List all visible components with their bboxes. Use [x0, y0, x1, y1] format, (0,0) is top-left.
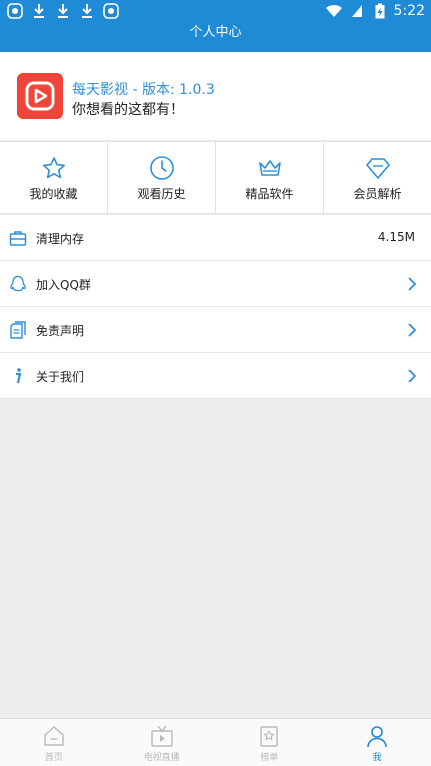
- status-time: 5:22: [393, 3, 425, 19]
- shortcut-vip[interactable]: 会员解析: [324, 142, 431, 213]
- chevron-right-icon: [408, 369, 417, 383]
- home-icon: [44, 726, 64, 746]
- download-icon: [54, 2, 72, 20]
- qq-icon: [10, 275, 26, 292]
- settings-row-about[interactable]: 关于我们: [0, 353, 431, 399]
- settings-row-label: 清理内存: [36, 232, 85, 246]
- shortcut-label: 精品软件: [245, 187, 294, 201]
- play-logo-icon: [17, 73, 63, 119]
- status-bar-notifications: [6, 2, 120, 20]
- page-title: 个人中心: [189, 25, 242, 40]
- battery-charging-icon: [371, 2, 389, 20]
- crown-icon: [258, 160, 281, 176]
- tab-label: 首页: [44, 753, 63, 763]
- settings-row-clear-cache[interactable]: 清理内存 4.15M: [0, 215, 431, 261]
- settings-row-label: 关于我们: [36, 370, 85, 384]
- tab-label: 我: [372, 753, 382, 763]
- tab-label: 电视直播: [143, 753, 180, 763]
- tab-tv-live[interactable]: 电视直播: [108, 719, 216, 766]
- app-icon: [6, 2, 24, 20]
- ranking-icon: [260, 726, 279, 747]
- toolbox-icon: [9, 231, 27, 246]
- cache-size-value: 4.15M: [377, 230, 415, 244]
- download-icon: [30, 2, 48, 20]
- chevron-right-icon: [408, 277, 417, 291]
- app-info-card: 每天影视 - 版本: 1.0.3 你想看的这都有！: [0, 52, 431, 140]
- shortcut-grid: 我的收藏 观看历史 精品软件 会员解析: [0, 141, 431, 214]
- chevron-right-icon: [408, 323, 417, 337]
- shortcut-label: 观看历史: [137, 187, 186, 201]
- tab-me[interactable]: 我: [323, 719, 431, 766]
- info-icon: [16, 368, 22, 384]
- settings-row-label: 加入QQ群: [36, 278, 91, 292]
- shortcut-history[interactable]: 观看历史: [108, 142, 216, 213]
- tab-home[interactable]: 首页: [0, 719, 108, 766]
- shortcut-favorites[interactable]: 我的收藏: [0, 142, 108, 213]
- app-slogan: 你想看的这都有！: [72, 102, 184, 118]
- diamond-icon: [365, 158, 390, 179]
- shortcut-label: 我的收藏: [29, 187, 78, 201]
- status-bar-system: 5:22: [325, 2, 425, 20]
- clock-icon: [149, 156, 174, 180]
- status-bar: 5:22: [0, 0, 431, 22]
- settings-row-join-qq[interactable]: 加入QQ群: [0, 261, 431, 307]
- wifi-icon: [325, 2, 343, 20]
- download-icon: [78, 2, 96, 20]
- signal-icon: [348, 2, 366, 20]
- app-name-version: 每天影视 - 版本: 1.0.3: [72, 82, 215, 98]
- user-icon: [367, 726, 387, 748]
- settings-row-label: 免责声明: [36, 324, 85, 338]
- tab-label: 榜单: [260, 753, 279, 763]
- page-title-bar: 个人中心: [0, 22, 431, 52]
- shortcut-label: 会员解析: [353, 187, 402, 201]
- settings-list: 清理内存 4.15M 加入QQ群 免责声明 关于我们: [0, 215, 431, 399]
- tab-ranking[interactable]: 榜单: [216, 719, 324, 766]
- star-icon: [42, 157, 65, 179]
- settings-row-disclaimer[interactable]: 免责声明: [0, 307, 431, 353]
- tv-icon: [150, 725, 173, 747]
- document-icon: [10, 321, 26, 339]
- bottom-tab-bar: 首页 电视直播 榜单 我: [0, 718, 431, 766]
- app-icon: [102, 2, 120, 20]
- shortcut-software[interactable]: 精品软件: [216, 142, 324, 213]
